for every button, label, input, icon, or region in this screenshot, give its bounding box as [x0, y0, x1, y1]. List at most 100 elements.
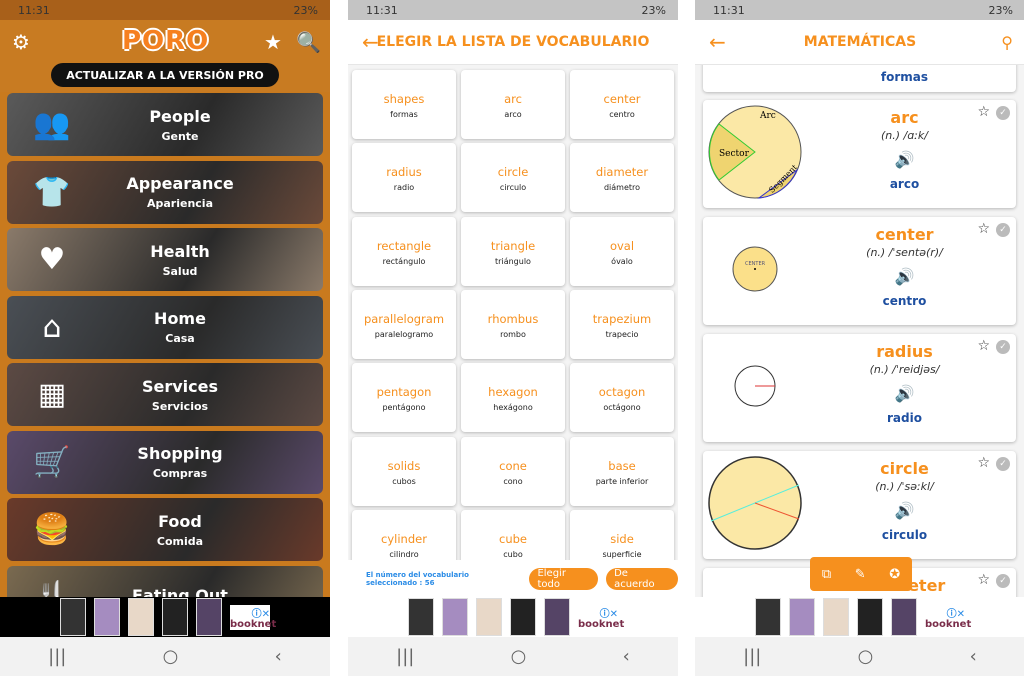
- recents-button[interactable]: |||: [743, 646, 761, 667]
- check-icon[interactable]: ✓: [996, 340, 1010, 354]
- check-icon[interactable]: ✓: [996, 223, 1010, 237]
- word-card-circle[interactable]: circle (n.) /ˈsəːkl/ 🔊 circulo ☆ ✓: [703, 451, 1016, 559]
- back-button[interactable]: ‹: [275, 646, 282, 667]
- vocab-card[interactable]: hexagon hexágono: [461, 363, 565, 433]
- vocab-card[interactable]: shapes formas: [352, 70, 456, 139]
- back-arrow-icon[interactable]: ←: [362, 30, 379, 54]
- vocab-spanish: parte inferior: [595, 476, 649, 486]
- ad-close-icon[interactable]: ⓘ✕: [252, 605, 270, 620]
- check-icon[interactable]: ✓: [996, 457, 1010, 471]
- category-people[interactable]: 👥 People Gente: [7, 93, 323, 156]
- edit-icon[interactable]: ✎: [855, 567, 866, 582]
- vocab-card[interactable]: solids cubos: [352, 436, 456, 506]
- vocab-english: solids: [387, 458, 421, 473]
- word-card-arc[interactable]: Arc Sector Segment arc (n.) /ɑːk/ 🔊 arco ☆…: [703, 100, 1016, 208]
- ad-banner[interactable]: ⓘ✕ booknet: [348, 597, 678, 637]
- vocab-card[interactable]: circle circulo: [461, 143, 565, 213]
- ad-book[interactable]: [196, 598, 222, 636]
- filter-icon[interactable]: ⚲: [1001, 33, 1013, 52]
- word-card-center[interactable]: CENTER center (n.) /ˈsentə(r)/ 🔊 centro …: [703, 217, 1016, 325]
- status-bar: 11:31 23%: [0, 0, 330, 20]
- award-icon[interactable]: ✪: [889, 567, 900, 582]
- back-arrow-icon[interactable]: ←: [709, 30, 726, 54]
- ad-close-icon[interactable]: ⓘ✕: [600, 605, 618, 620]
- star-outline-icon[interactable]: ☆: [977, 572, 990, 588]
- word-illustration: CENTER: [705, 219, 807, 323]
- app-header: ← ELEGIR LA LISTA DE VOCABULARIO: [348, 20, 678, 65]
- back-button[interactable]: ‹: [623, 646, 630, 667]
- app-header: ⚙ PORO ★ 🔍 ACTUALIZAR A LA VERSIÓN PRO: [0, 20, 330, 92]
- vocab-card[interactable]: trapezium trapecio: [570, 289, 674, 359]
- star-outline-icon[interactable]: ☆: [977, 104, 990, 120]
- check-icon[interactable]: ✓: [996, 106, 1010, 120]
- vocab-card[interactable]: radius radio: [352, 143, 456, 213]
- vocab-card[interactable]: diameter diámetro: [570, 143, 674, 213]
- speaker-icon[interactable]: 🔊: [813, 501, 996, 520]
- ad-book[interactable]: [162, 598, 188, 636]
- category-home[interactable]: ⌂ Home Casa: [7, 295, 323, 359]
- star-outline-icon[interactable]: ☆: [977, 338, 990, 354]
- star-outline-icon[interactable]: ☆: [977, 221, 990, 237]
- vocab-card[interactable]: rectangle rectángulo: [352, 216, 456, 286]
- vocab-card[interactable]: triangle triángulo: [461, 216, 565, 286]
- category-food[interactable]: 🍔 Food Comida: [7, 498, 323, 561]
- vocab-card[interactable]: oval óvalo: [570, 216, 674, 286]
- vocab-card[interactable]: arc arco: [461, 70, 565, 139]
- booknet-logo[interactable]: ⓘ✕ booknet: [230, 604, 276, 630]
- vocab-card[interactable]: parallelogram paralelogramo: [352, 289, 456, 359]
- booknet-logo[interactable]: ⓘ✕ booknet: [925, 605, 971, 630]
- vocab-english: rectangle: [376, 238, 432, 253]
- vocab-english: parallelogram: [363, 311, 445, 326]
- selected-count: El número del vocabulario seleccionado :…: [366, 570, 469, 587]
- speaker-icon[interactable]: 🔊: [813, 150, 996, 169]
- category-services[interactable]: ▦ Services Servicios: [7, 363, 323, 426]
- category-subtitle: Comida: [156, 534, 204, 548]
- star-icon[interactable]: ★: [264, 30, 282, 54]
- category-appearance[interactable]: 👕 Appearance Apariencia: [7, 160, 323, 224]
- copy-icon[interactable]: ⧉: [822, 567, 831, 582]
- vocab-card[interactable]: pentagon pentágono: [352, 363, 456, 433]
- speaker-icon[interactable]: 🔊: [813, 267, 996, 286]
- vocab-card[interactable]: center centro: [570, 70, 674, 139]
- speaker-icon[interactable]: 🔊: [813, 384, 996, 403]
- check-icon[interactable]: ✓: [996, 574, 1010, 588]
- vocab-english: circle: [497, 165, 529, 180]
- vocab-english: pentagon: [376, 385, 432, 400]
- word-card-radius[interactable]: radius (n.) /ˈreidjəs/ 🔊 radio ☆ ✓: [703, 334, 1016, 442]
- vocab-card[interactable]: octagon octágono: [570, 363, 674, 433]
- vocab-spanish: radio: [393, 183, 415, 193]
- category-subtitle: Apariencia: [146, 197, 213, 210]
- ad-banner[interactable]: ⓘ✕ booknet: [0, 597, 330, 637]
- clothes-icon: 👕: [33, 174, 71, 210]
- ad-close-icon[interactable]: ⓘ✕: [947, 605, 965, 620]
- recents-button[interactable]: |||: [396, 646, 414, 667]
- category-health[interactable]: ♥ Health Salud: [7, 228, 323, 291]
- ad-book[interactable]: [128, 598, 154, 636]
- home-button[interactable]: ○: [858, 646, 874, 667]
- battery: 23%: [293, 3, 318, 17]
- search-icon[interactable]: 🔍: [296, 30, 321, 54]
- vocab-card[interactable]: rhombus rombo: [461, 289, 565, 359]
- vocab-english: radius: [386, 165, 422, 180]
- recents-button[interactable]: |||: [48, 646, 66, 667]
- ad-book[interactable]: [60, 598, 86, 636]
- category-shopping[interactable]: 🛒 Shopping Compras: [7, 430, 323, 494]
- booknet-logo[interactable]: ⓘ✕ booknet: [578, 605, 624, 630]
- vocab-card[interactable]: cone cono: [461, 436, 565, 506]
- star-outline-icon[interactable]: ☆: [977, 455, 990, 471]
- status-bar: 11:31 23%: [348, 0, 678, 20]
- home-button[interactable]: ○: [511, 646, 527, 667]
- cart-icon: 🛒: [33, 444, 71, 480]
- upgrade-pro-button[interactable]: ACTUALIZAR A LA VERSIÓN PRO: [51, 63, 279, 87]
- vocab-card[interactable]: base parte inferior: [570, 436, 674, 506]
- word-phonetic: (n.) /ˈsəːkl/: [875, 480, 934, 493]
- ad-banner[interactable]: ⓘ✕ booknet: [695, 597, 1024, 637]
- vocab-spanish: superficie: [602, 549, 642, 559]
- system-nav-bar: ||| ○ ‹: [0, 637, 330, 676]
- home-button[interactable]: ○: [163, 646, 179, 667]
- ok-button[interactable]: De acuerdo: [606, 567, 678, 590]
- back-button[interactable]: ‹: [970, 646, 977, 667]
- gear-icon[interactable]: ⚙: [12, 30, 30, 54]
- ad-book[interactable]: [94, 598, 120, 636]
- select-all-button[interactable]: Elegir todo: [529, 567, 599, 590]
